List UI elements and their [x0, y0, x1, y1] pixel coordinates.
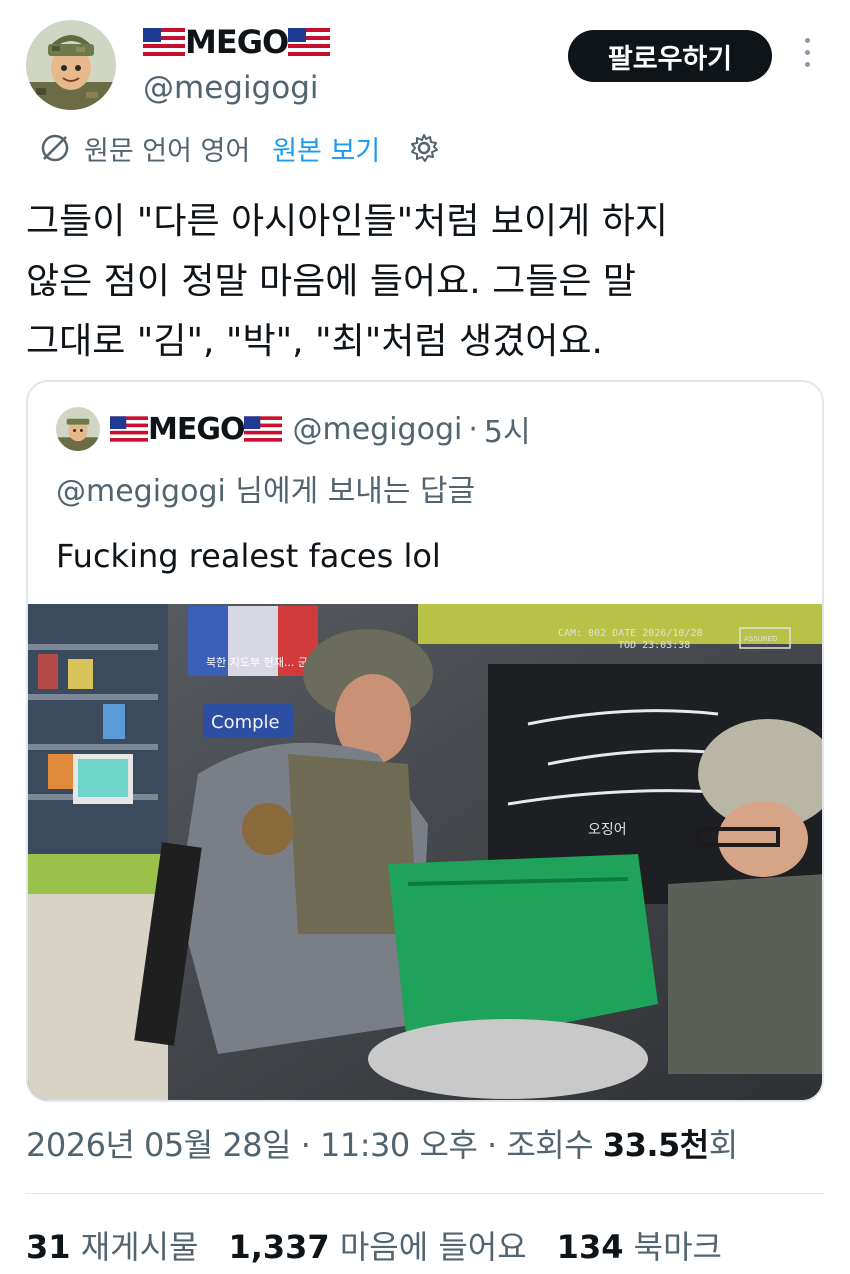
translation-bar: 원문 언어 영어 원본 보기 [38, 125, 452, 171]
quoted-text: Fucking realest faces lol [56, 537, 441, 575]
us-flag-icon [143, 28, 185, 56]
tweet-meta: 2026년 05월 28일 · 11:30 오후 · 조회수 33.5천회 [26, 1120, 738, 1166]
cam-overlay-line2: TOD 23:03:38 [618, 640, 690, 651]
retweets-stat[interactable]: 31 재게시물 [26, 1222, 198, 1268]
quoted-handle: @megigogi [292, 411, 463, 447]
no-translate-icon [41, 134, 69, 162]
quoted-avatar [56, 407, 100, 451]
tweet-stats: 31 재게시물 1,337 마음에 들어요 134 북마크 [26, 1222, 752, 1268]
cam-overlay-line1: CAM: 002 DATE 2026/10/28 [558, 628, 703, 639]
gear-icon[interactable] [408, 132, 440, 164]
quoted-timestamp: 5시 [483, 415, 531, 450]
likes-stat[interactable]: 1,337 마음에 들어요 [228, 1222, 526, 1268]
tweet-text: 그들이 "다른 아시아인들"처럼 보이게 하지 않은 점이 정말 마음에 들어요… [26, 192, 816, 372]
bookmarks-stat[interactable]: 134 북마크 [557, 1222, 722, 1268]
user-handle[interactable]: @megigogi [143, 70, 319, 106]
bodycam-scene: 북한 지도부 현재... 군사 Comple 오징어 CAM: 002 DATE… [28, 604, 822, 1100]
likes-count: 1,337 [228, 1228, 330, 1266]
bookmarks-count: 134 [556, 1228, 624, 1266]
display-name-text: MEGO [185, 23, 289, 61]
avatar[interactable] [26, 20, 116, 110]
us-flag-icon [110, 416, 148, 442]
quoted-tweet[interactable]: MEGO @megigogi · 5시 @megigogi 님에게 보내는 답글… [26, 380, 824, 1102]
show-original-link[interactable]: 원본 보기 [272, 129, 380, 168]
bookmarks-label: 북마크 [633, 1228, 722, 1266]
tweet-line: 그대로 "김", "박", "최"처럼 생겼어요. [26, 321, 603, 362]
likes-label: 마음에 들어요 [339, 1228, 527, 1266]
tweet-header: MEGO @megigogi 팔로우하기 [0, 0, 850, 125]
quoted-display-name: MEGO [110, 411, 283, 447]
shirt-text: 오징어 [588, 822, 627, 838]
us-flag-icon [288, 28, 331, 56]
post-datetime[interactable]: 2026년 05월 28일 · 11:30 오후 · 조회수 [26, 1126, 603, 1164]
poster-text: 북한 지도부 현재... 군사 [206, 656, 318, 669]
retweets-count: 31 [26, 1228, 71, 1266]
us-flag-icon [244, 416, 283, 442]
view-count: 33.5천 [602, 1126, 709, 1164]
store-sign-text: Comple [211, 712, 280, 733]
quoted-name-text: MEGO [148, 411, 245, 447]
display-name[interactable]: MEGO [143, 22, 331, 62]
more-options-icon[interactable] [797, 38, 817, 74]
separator-dot: · [468, 411, 478, 447]
tweet-line: 않은 점이 정말 마음에 들어요. 그들은 말 [26, 261, 637, 302]
quoted-tweet-header: MEGO @megigogi · 5시 [56, 406, 531, 452]
cam-badge: ASSURED [744, 635, 777, 643]
source-language-label: 원문 언어 영어 [84, 135, 251, 167]
divider [26, 1193, 824, 1194]
quoted-media-image[interactable]: 북한 지도부 현재... 군사 Comple 오징어 CAM: 002 DATE… [28, 604, 822, 1100]
reply-to-label: @megigogi 님에게 보내는 답글 [56, 474, 476, 509]
tweet-line: 그들이 "다른 아시아인들"처럼 보이게 하지 [26, 201, 668, 242]
follow-button[interactable]: 팔로우하기 [568, 30, 772, 82]
view-suffix: 회 [708, 1126, 738, 1164]
retweets-label: 재게시물 [80, 1228, 199, 1266]
